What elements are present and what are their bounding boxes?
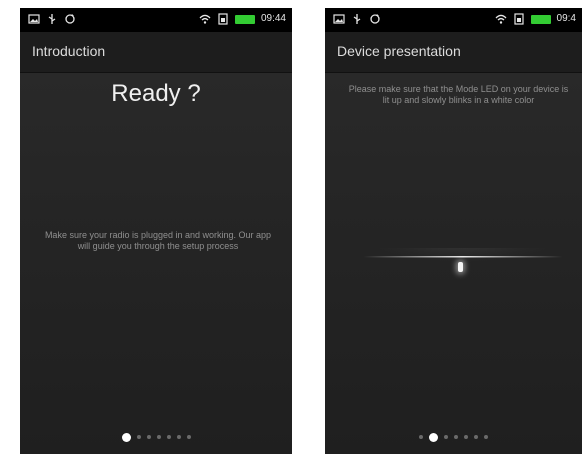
action-bar: Device presentation — [325, 32, 582, 73]
intro-screen: 09:44 Introduction Ready ? Make sure you… — [20, 8, 292, 454]
page-dot-active[interactable] — [429, 432, 438, 442]
page-dot[interactable] — [444, 435, 448, 439]
page-dot[interactable] — [484, 435, 488, 439]
screen-title: Introduction — [32, 43, 106, 59]
page-dot[interactable] — [176, 435, 181, 439]
image-icon — [333, 14, 345, 24]
device-instruction-text: Please make sure that the Mode LED on yo… — [348, 84, 569, 105]
wifi-icon — [495, 14, 506, 24]
page-dot[interactable] — [166, 435, 171, 439]
page-dot[interactable] — [146, 435, 151, 439]
page-dot[interactable] — [186, 435, 191, 439]
action-bar: Introduction — [20, 32, 292, 73]
page-dot[interactable] — [474, 435, 478, 439]
page-dot[interactable] — [454, 435, 458, 439]
page-dot[interactable] — [136, 435, 141, 439]
status-time: 09:4 — [556, 13, 576, 24]
image-icon — [28, 14, 40, 24]
mode-led — [458, 262, 463, 272]
screen-title: Device presentation — [337, 43, 461, 59]
battery-icon — [530, 14, 551, 24]
wifi-icon — [199, 14, 211, 24]
sim-icon — [513, 13, 524, 25]
intro-instruction-text: Make sure your radio is plugged in and w… — [44, 230, 272, 251]
sync-icon — [370, 14, 380, 24]
page-dot[interactable] — [464, 435, 468, 439]
page-dot-active[interactable] — [121, 432, 131, 442]
battery-icon — [234, 14, 255, 24]
usb-icon — [48, 14, 56, 24]
usb-icon — [353, 14, 361, 24]
page-indicator[interactable] — [20, 432, 292, 442]
status-time: 09:44 — [260, 13, 286, 24]
status-bar: 09:4 — [325, 8, 582, 32]
page-dot[interactable] — [156, 435, 161, 439]
sim-icon — [218, 13, 228, 25]
status-bar: 09:44 — [20, 8, 292, 32]
ready-heading: Ready ? — [111, 80, 201, 107]
device-presentation-screen: 09:4 Device presentation Please make sur… — [325, 8, 582, 454]
page-indicator[interactable] — [325, 432, 582, 442]
device-illustration — [363, 248, 563, 288]
page-dot[interactable] — [419, 435, 423, 439]
sync-icon — [65, 14, 75, 24]
